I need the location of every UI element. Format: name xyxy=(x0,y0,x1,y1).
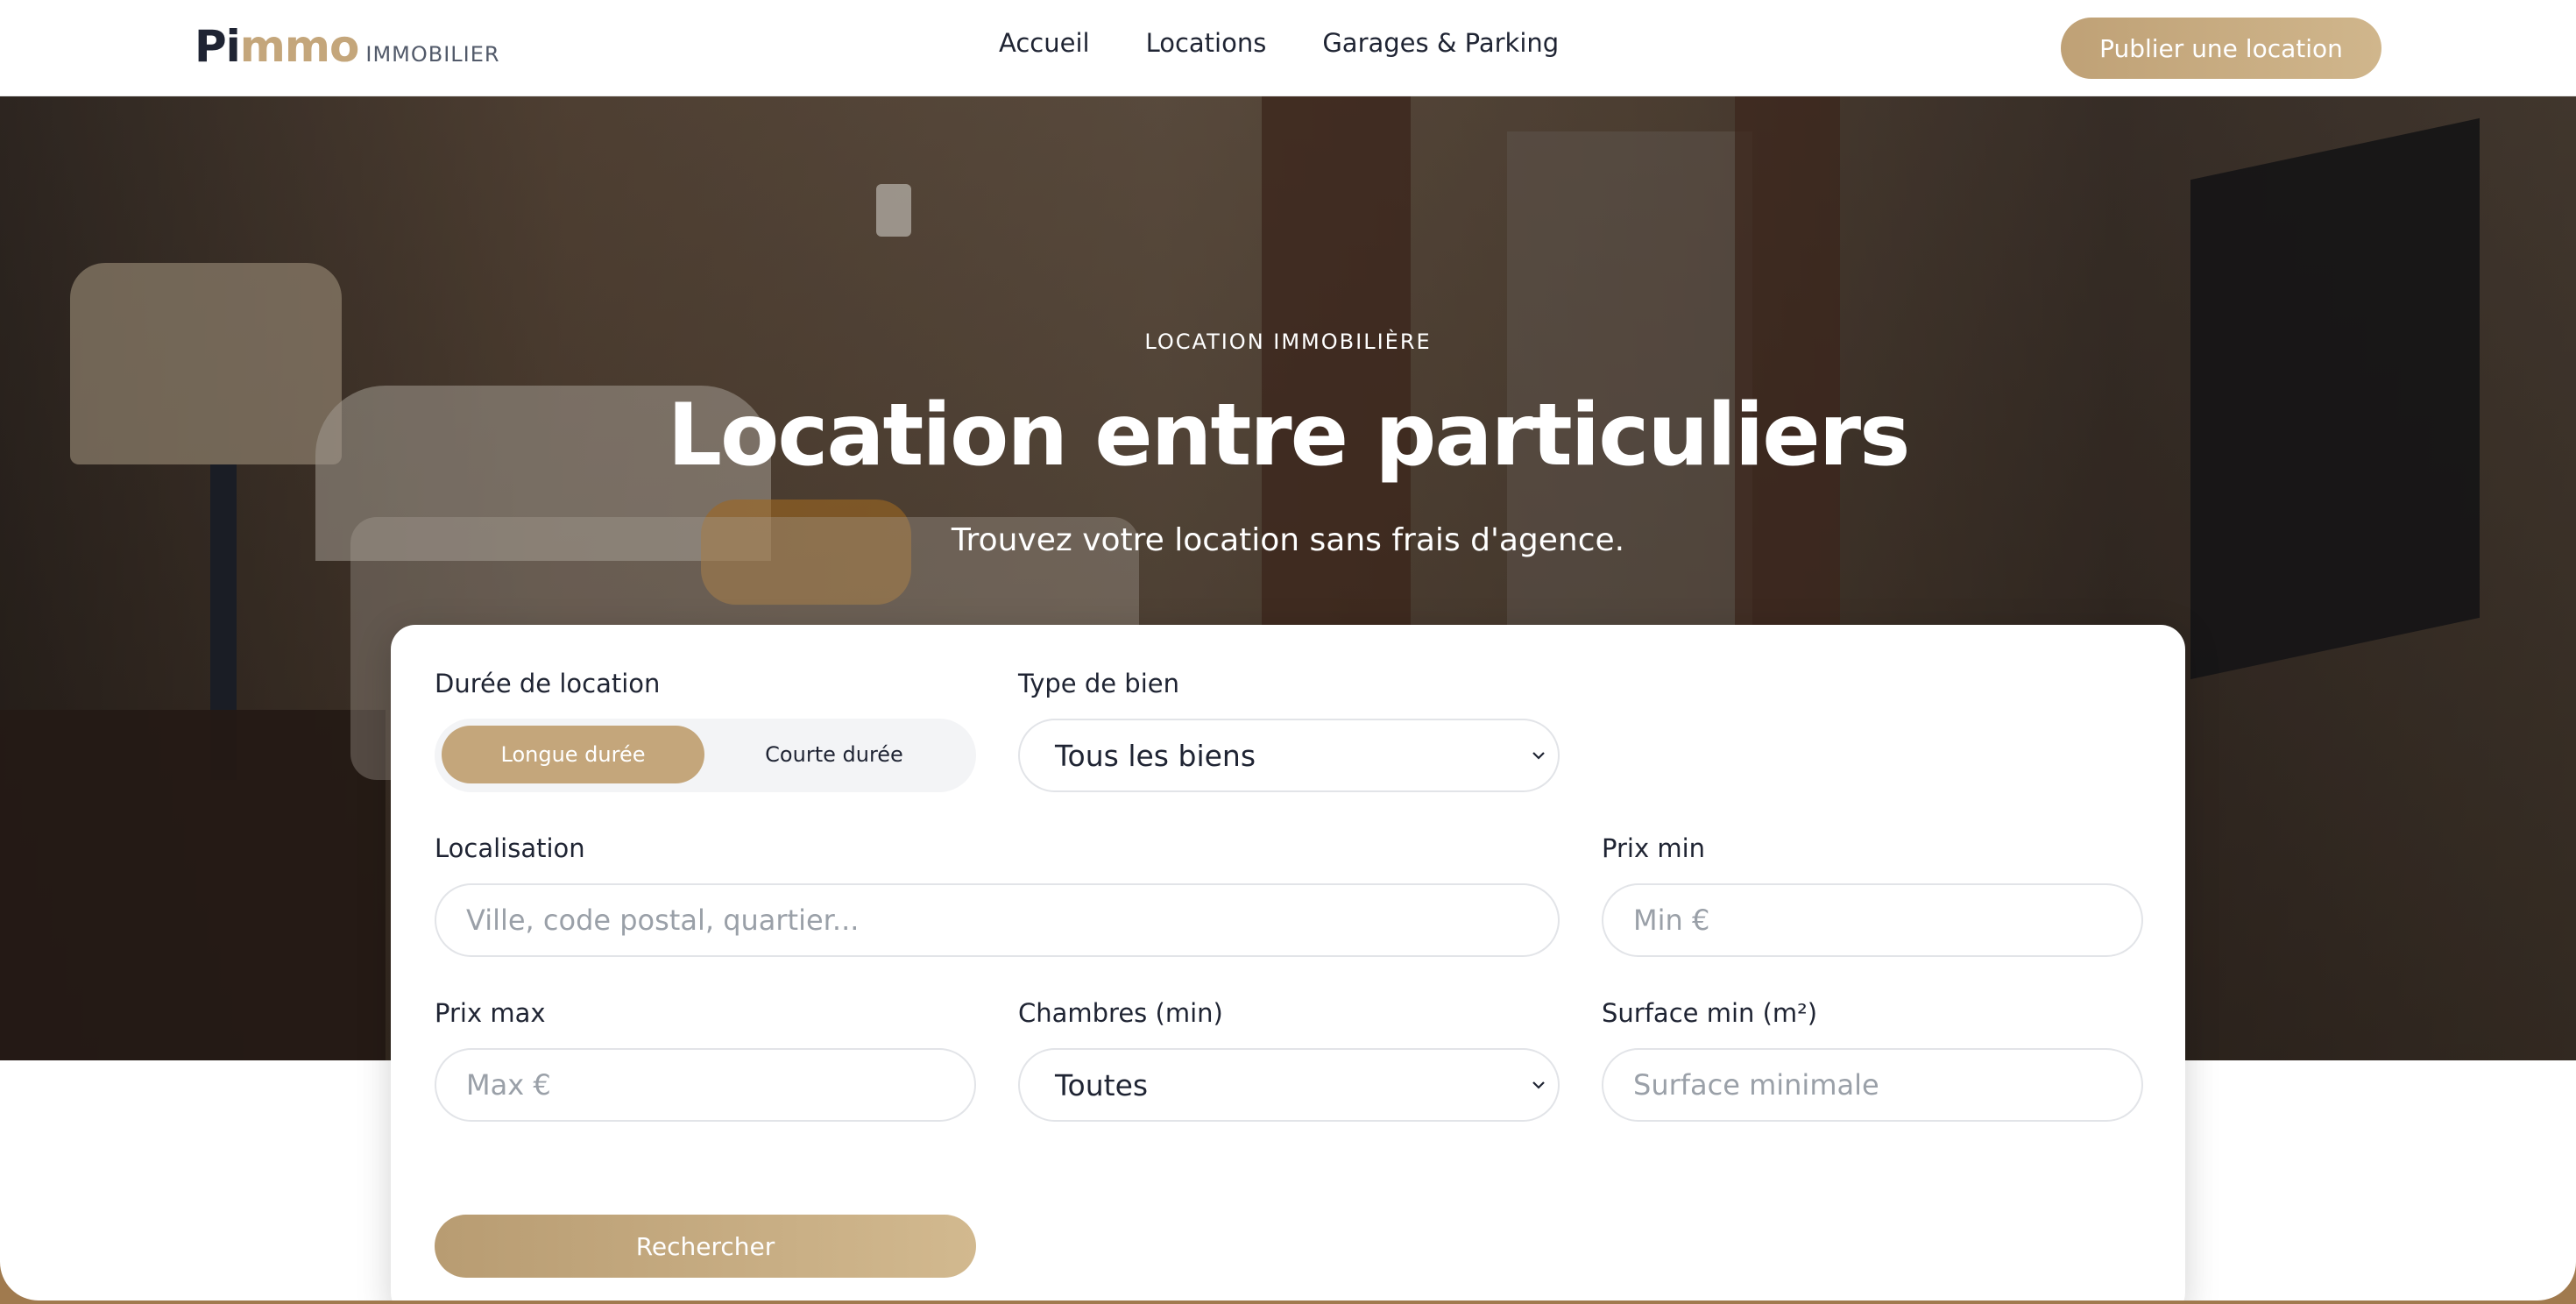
price-max-label: Prix max xyxy=(435,998,546,1028)
publish-listing-button[interactable]: Publier une location xyxy=(2061,18,2381,79)
page: Pi mmo IMMOBILIER Accueil Locations Garag… xyxy=(0,0,2576,1300)
logo-wordmark-accent: mmo xyxy=(239,21,360,72)
property-type-label: Type de bien xyxy=(1018,669,1179,698)
location-input[interactable] xyxy=(435,883,1560,957)
nav-link-garages-parking[interactable]: Garages & Parking xyxy=(1322,28,1559,58)
surface-min-input[interactable] xyxy=(1602,1048,2143,1122)
search-card: Durée de location Longue durée Courte du… xyxy=(391,625,2185,1300)
bedrooms-select[interactable]: Toutes xyxy=(1018,1048,1560,1122)
location-label: Localisation xyxy=(435,833,585,863)
price-max-input[interactable] xyxy=(435,1048,976,1122)
duration-toggle: Longue durée Courte durée xyxy=(435,719,976,792)
bedrooms-label: Chambres (min) xyxy=(1018,998,1223,1028)
logo-subtitle: IMMOBILIER xyxy=(365,42,500,67)
surface-min-label: Surface min (m²) xyxy=(1602,998,1818,1028)
property-type-select[interactable]: Tous les biens xyxy=(1018,719,1560,792)
hero-eyebrow: LOCATION IMMOBILIÈRE xyxy=(1144,330,1432,354)
hero-subtitle: Trouvez votre location sans frais d'agen… xyxy=(951,522,1625,558)
main-nav: Accueil Locations Garages & Parking xyxy=(999,28,1559,58)
property-type-value: Tous les biens xyxy=(1055,738,1256,773)
nav-link-accueil[interactable]: Accueil xyxy=(999,28,1090,58)
price-min-label: Prix min xyxy=(1602,833,1706,863)
price-min-input[interactable] xyxy=(1602,883,2143,957)
search-button[interactable]: Rechercher xyxy=(435,1215,976,1278)
chevron-down-icon xyxy=(1532,1081,1545,1089)
duration-short-option[interactable]: Courte durée xyxy=(703,726,966,783)
site-header: Pi mmo IMMOBILIER Accueil Locations Garag… xyxy=(0,0,2576,96)
hero-title: Location entre particuliers xyxy=(667,386,1911,485)
chevron-down-icon xyxy=(1532,752,1545,760)
logo-wordmark-dark: Pi xyxy=(195,21,241,72)
duration-label: Durée de location xyxy=(435,669,661,698)
bedrooms-value: Toutes xyxy=(1055,1067,1149,1102)
duration-long-option[interactable]: Longue durée xyxy=(442,726,704,783)
nav-link-locations[interactable]: Locations xyxy=(1146,28,1267,58)
site-logo[interactable]: Pi mmo IMMOBILIER xyxy=(195,21,500,72)
